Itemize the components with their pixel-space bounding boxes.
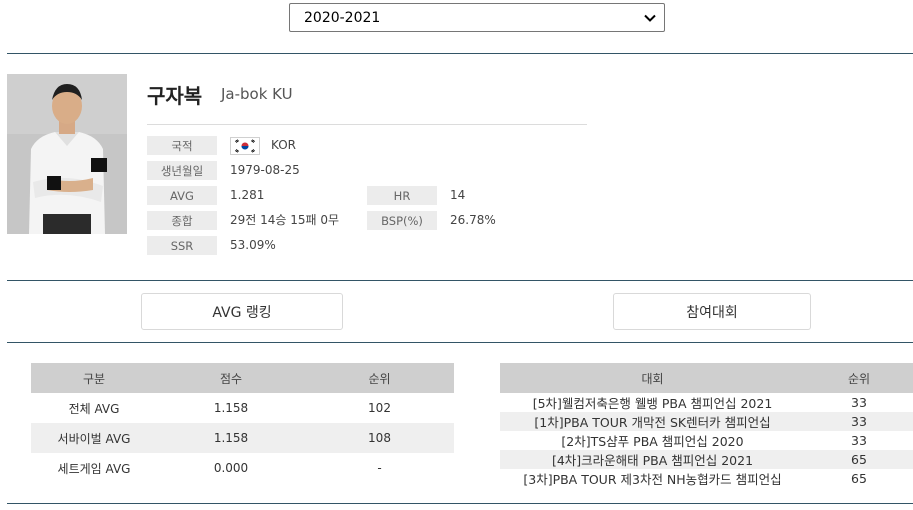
table-cell: 세트게임 AVG bbox=[57, 461, 131, 476]
table-cell: 1.158 bbox=[213, 401, 249, 415]
table-cell: 0.000 bbox=[213, 461, 249, 475]
tournament-table: 대회 순위 [5차]웰컴저축은행 웰뱅 PBA 챔피언십 2021 33 [1차… bbox=[500, 363, 913, 488]
table-row: [5차]웰컴저축은행 웰뱅 PBA 챔피언십 2021 33 bbox=[500, 393, 913, 412]
divider bbox=[7, 53, 913, 54]
table-cell: 전체 AVG bbox=[68, 401, 120, 416]
season-select-value: 2020-2021 bbox=[304, 9, 381, 26]
avg-label: AVG bbox=[147, 186, 217, 205]
column-header: 순위 bbox=[305, 363, 454, 393]
table-header-row: 대회 순위 bbox=[500, 363, 913, 393]
bsp-label: BSP(%) bbox=[367, 211, 437, 230]
player-photo-graphic bbox=[7, 74, 127, 234]
divider bbox=[7, 342, 913, 343]
tournament-rank: 65 bbox=[851, 471, 867, 486]
tournament-rank: 33 bbox=[851, 433, 867, 448]
record-label: 종합 bbox=[147, 211, 217, 230]
table-cell: 서바이벌 AVG bbox=[31, 423, 157, 453]
player-photo bbox=[7, 74, 127, 234]
avg-ranking-table: 구분 점수 순위 전체 AVG 1.158 102 서바이벌 AVG 1.158… bbox=[31, 363, 454, 483]
table-row: [1차]PBA TOUR 개막전 SK렌터카 챔피언십 33 bbox=[500, 412, 913, 431]
season-select[interactable]: 2020-2021 bbox=[289, 3, 665, 32]
name-underline bbox=[147, 124, 587, 125]
tournament-name[interactable]: [4차]크라운해태 PBA 챔피언십 2021 bbox=[500, 450, 805, 469]
tab-avg-ranking[interactable]: AVG 랭킹 bbox=[141, 293, 343, 330]
avg-value: 1.281 bbox=[230, 188, 265, 202]
tab-tournaments[interactable]: 참여대회 bbox=[613, 293, 811, 330]
tournament-rank: 33 bbox=[805, 412, 913, 431]
column-header: 대회 bbox=[500, 363, 805, 393]
tournament-name[interactable]: [3차]PBA TOUR 제3차전 NH농협카드 챔피언십 bbox=[500, 469, 805, 488]
table-row: 서바이벌 AVG 1.158 108 bbox=[31, 423, 454, 453]
birth-label: 생년월일 bbox=[147, 161, 217, 180]
tournament-name[interactable]: [5차]웰컴저축은행 웰뱅 PBA 챔피언십 2021 bbox=[500, 393, 805, 412]
column-header: 점수 bbox=[157, 363, 305, 393]
birth-value: 1979-08-25 bbox=[230, 163, 300, 177]
table-row: [3차]PBA TOUR 제3차전 NH농협카드 챔피언십 65 bbox=[500, 469, 913, 488]
table-cell: 102 bbox=[368, 401, 391, 415]
tournament-name[interactable]: [1차]PBA TOUR 개막전 SK렌터카 챔피언십 bbox=[500, 412, 805, 431]
table-row: 세트게임 AVG 0.000 - bbox=[31, 453, 454, 483]
tournament-rank: 33 bbox=[851, 395, 867, 410]
table-cell: 108 bbox=[305, 423, 454, 453]
hr-label: HR bbox=[367, 186, 437, 205]
player-name-english: Ja-bok KU bbox=[221, 85, 293, 103]
chevron-down-icon bbox=[644, 14, 656, 22]
tournament-name[interactable]: [2차]TS샴푸 PBA 챔피언십 2020 bbox=[500, 431, 805, 450]
table-row: [4차]크라운해태 PBA 챔피언십 2021 65 bbox=[500, 450, 913, 469]
divider bbox=[7, 503, 913, 504]
record-value: 29전 14승 15패 0무 bbox=[230, 213, 340, 227]
korea-flag-icon bbox=[230, 137, 260, 155]
ssr-value: 53.09% bbox=[230, 238, 276, 252]
table-row: [2차]TS샴푸 PBA 챔피언십 2020 33 bbox=[500, 431, 913, 450]
column-header: 순위 bbox=[805, 363, 913, 393]
table-row: 전체 AVG 1.158 102 bbox=[31, 393, 454, 423]
tournament-rank: 65 bbox=[805, 450, 913, 469]
bsp-value: 26.78% bbox=[450, 213, 496, 227]
divider bbox=[7, 280, 913, 281]
table-header-row: 구분 점수 순위 bbox=[31, 363, 454, 393]
column-header: 구분 bbox=[31, 363, 157, 393]
table-cell: - bbox=[377, 461, 382, 475]
hr-value: 14 bbox=[450, 188, 466, 202]
nationality-value: KOR bbox=[271, 138, 296, 152]
nationality-label: 국적 bbox=[147, 136, 217, 155]
ssr-label: SSR bbox=[147, 236, 217, 255]
table-cell: 1.158 bbox=[157, 423, 305, 453]
player-name-korean: 구자복 bbox=[147, 84, 203, 108]
